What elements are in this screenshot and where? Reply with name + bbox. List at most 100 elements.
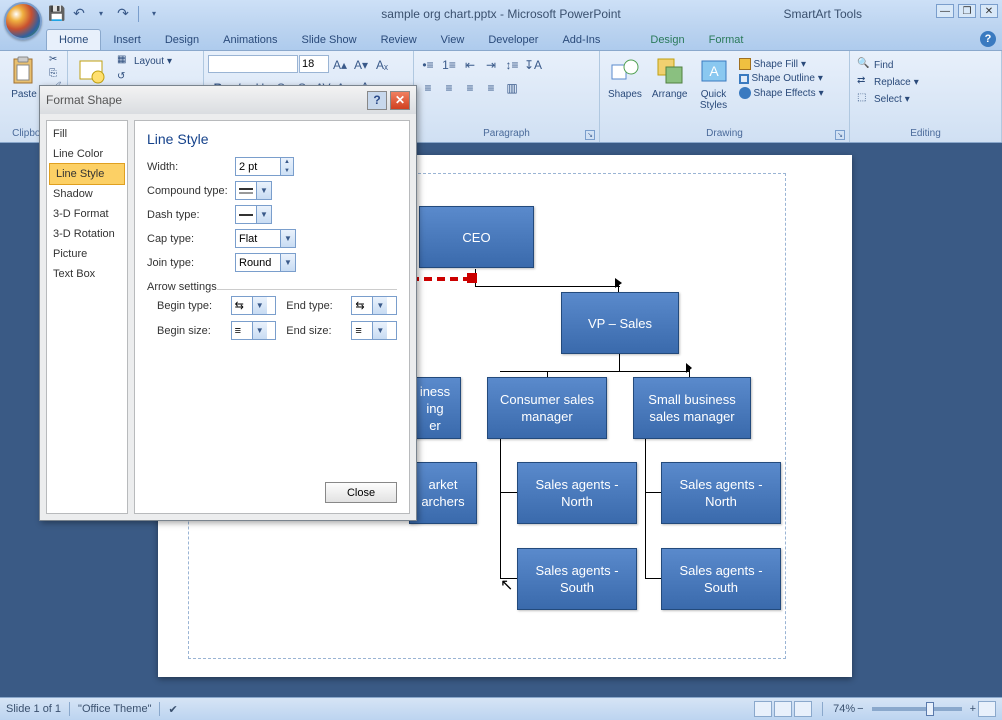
nav-fill[interactable]: Fill — [47, 124, 127, 144]
tab-developer[interactable]: Developer — [476, 30, 550, 50]
org-node-market[interactable]: arket archers — [409, 462, 477, 524]
nav-line-color[interactable]: Line Color — [47, 144, 127, 164]
justify-icon[interactable]: ≡ — [481, 78, 501, 98]
align-left-icon[interactable]: ≡ — [418, 78, 438, 98]
tab-home[interactable]: Home — [46, 29, 101, 50]
dash-label: Dash type: — [147, 209, 235, 221]
undo-icon[interactable]: ↶ — [70, 5, 88, 23]
clear-format-icon[interactable]: Aₓ — [372, 55, 392, 75]
begin-size-dropdown[interactable]: ≡▼ — [231, 321, 277, 340]
spinner-up-icon[interactable]: ▲ — [281, 158, 293, 167]
minimize-button[interactable]: — — [936, 4, 954, 18]
nav-shadow[interactable]: Shadow — [47, 184, 127, 204]
tab-smartart-format[interactable]: Format — [697, 30, 756, 50]
shapes-button[interactable]: Shapes — [604, 53, 646, 102]
cap-type-dropdown[interactable]: Flat▼ — [235, 229, 296, 248]
org-node-agents-north-1[interactable]: Sales agents - North — [517, 462, 637, 524]
width-input[interactable] — [236, 158, 280, 175]
dash-type-dropdown[interactable]: ▼ — [235, 205, 272, 224]
office-button[interactable] — [4, 2, 42, 40]
columns-icon[interactable]: ▥ — [502, 78, 522, 98]
tab-animations[interactable]: Animations — [211, 30, 289, 50]
line-spacing-icon[interactable]: ↕≡ — [502, 55, 522, 75]
tab-review[interactable]: Review — [369, 30, 429, 50]
shape-effects-button[interactable]: Shape Effects ▾ — [736, 86, 827, 100]
zoom-slider[interactable] — [872, 707, 962, 711]
copy-icon[interactable]: ⎘ — [46, 67, 65, 80]
nav-line-style[interactable]: Line Style — [49, 163, 125, 185]
org-node-agents-south-2[interactable]: Sales agents - South — [661, 548, 781, 610]
dialog-help-button[interactable]: ? — [367, 91, 387, 110]
org-node-agents-north-2[interactable]: Sales agents - North — [661, 462, 781, 524]
arrange-button[interactable]: Arrange — [648, 53, 692, 102]
dialog-close-x-button[interactable]: ✕ — [390, 91, 410, 110]
zoom-thumb[interactable] — [926, 702, 934, 716]
spinner-down-icon[interactable]: ▼ — [281, 167, 293, 176]
help-icon[interactable]: ? — [980, 31, 996, 47]
end-type-dropdown[interactable]: ⇆▼ — [351, 296, 397, 315]
grow-font-icon[interactable]: A▴ — [330, 55, 350, 75]
shrink-font-icon[interactable]: A▾ — [351, 55, 371, 75]
qat-menu-icon[interactable]: ▾ — [145, 5, 163, 23]
nav-3d-format[interactable]: 3-D Format — [47, 204, 127, 224]
tab-addins[interactable]: Add-Ins — [550, 30, 612, 50]
paragraph-launcher-icon[interactable]: ↘ — [585, 130, 595, 140]
paste-button[interactable]: Paste — [4, 53, 44, 102]
cut-icon[interactable]: ✂ — [46, 53, 65, 66]
dialog-titlebar[interactable]: Format Shape ? ✕ — [40, 86, 416, 114]
dashed-connector[interactable] — [411, 277, 471, 281]
font-name-combo[interactable] — [208, 55, 298, 73]
restore-button[interactable]: ❐ — [958, 4, 976, 18]
nav-text-box[interactable]: Text Box — [47, 264, 127, 284]
find-button[interactable]: 🔍Find — [854, 57, 922, 73]
org-node-vp[interactable]: VP – Sales — [561, 292, 679, 354]
font-size-combo[interactable]: 18 — [299, 55, 329, 73]
dialog-close-button[interactable]: Close — [325, 482, 397, 503]
redo-icon[interactable]: ↷ — [114, 5, 132, 23]
slideshow-view-button[interactable] — [794, 701, 812, 717]
normal-view-button[interactable] — [754, 701, 772, 717]
spellcheck-icon[interactable]: ✔ — [168, 703, 177, 716]
org-node-consumer[interactable]: Consumer sales manager — [487, 377, 607, 439]
width-spinner[interactable]: ▲▼ — [235, 157, 294, 176]
org-node-agents-south-1[interactable]: Sales agents - South — [517, 548, 637, 610]
drawing-launcher-icon[interactable]: ↘ — [835, 130, 845, 140]
reset-button[interactable]: ↺ — [114, 70, 175, 86]
selection-handle[interactable] — [467, 273, 477, 283]
join-type-dropdown[interactable]: Round▼ — [235, 253, 296, 272]
decrease-indent-icon[interactable]: ⇤ — [460, 55, 480, 75]
tab-smartart-design[interactable]: Design — [638, 30, 696, 50]
align-right-icon[interactable]: ≡ — [460, 78, 480, 98]
align-center-icon[interactable]: ≡ — [439, 78, 459, 98]
nav-3d-rotation[interactable]: 3-D Rotation — [47, 224, 127, 244]
zoom-value[interactable]: 74% — [833, 703, 855, 715]
close-window-button[interactable]: ✕ — [980, 4, 998, 18]
org-node-ceo[interactable]: CEO — [419, 206, 534, 268]
zoom-out-button[interactable]: − — [857, 703, 863, 715]
tab-view[interactable]: View — [429, 30, 477, 50]
text-direction-icon[interactable]: ↧A — [523, 55, 543, 75]
tab-design[interactable]: Design — [153, 30, 211, 50]
sorter-view-button[interactable] — [774, 701, 792, 717]
replace-button[interactable]: ⇄Replace ▾ — [854, 74, 922, 90]
fit-to-window-button[interactable] — [978, 701, 996, 717]
tab-insert[interactable]: Insert — [101, 30, 153, 50]
numbering-icon[interactable]: 1≡ — [439, 55, 459, 75]
select-button[interactable]: ⬚Select ▾ — [854, 91, 922, 107]
compound-type-dropdown[interactable]: ▼ — [235, 181, 272, 200]
zoom-in-button[interactable]: + — [970, 703, 976, 715]
org-node-small-biz[interactable]: Small business sales manager — [633, 377, 751, 439]
shape-fill-button[interactable]: Shape Fill ▾ — [736, 57, 827, 71]
increase-indent-icon[interactable]: ⇥ — [481, 55, 501, 75]
tab-slideshow[interactable]: Slide Show — [290, 30, 369, 50]
layout-button[interactable]: ▦Layout ▾ — [114, 53, 175, 69]
cap-label: Cap type: — [147, 233, 235, 245]
quick-styles-button[interactable]: AQuick Styles — [694, 53, 734, 113]
begin-type-dropdown[interactable]: ⇆▼ — [231, 296, 277, 315]
nav-picture[interactable]: Picture — [47, 244, 127, 264]
save-icon[interactable]: 💾 — [48, 5, 66, 23]
bullets-icon[interactable]: •≡ — [418, 55, 438, 75]
end-size-dropdown[interactable]: ≡▼ — [351, 321, 397, 340]
qat-dropdown-icon[interactable]: ▾ — [92, 5, 110, 23]
shape-outline-button[interactable]: Shape Outline ▾ — [736, 72, 827, 85]
